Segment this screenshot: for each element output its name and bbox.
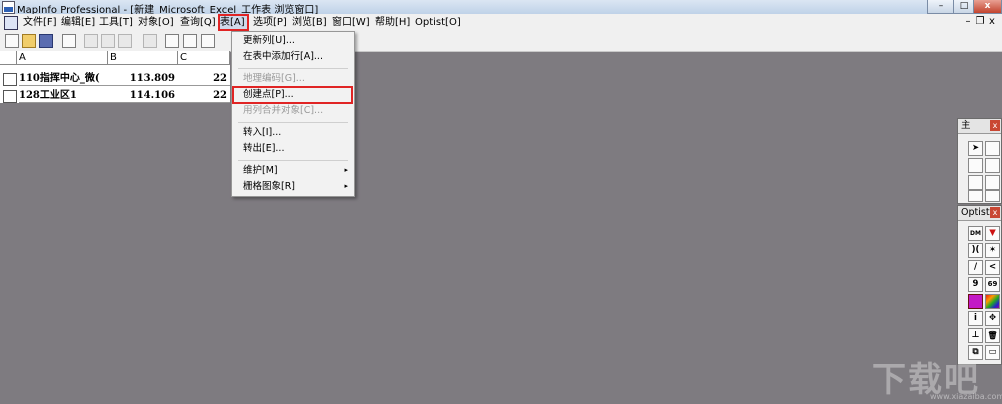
site-watermark-url: www.xiazaiba.com (930, 392, 1002, 401)
cut-icon[interactable] (84, 34, 98, 48)
optist-panel: Optist x DM ▼ )( ✶ / < 9 69 i ✥ ⊥ 🗑 ⧉ ▭ (957, 205, 1002, 365)
new-icon[interactable] (5, 34, 19, 48)
menu-window[interactable]: 窗口[W] (332, 16, 370, 29)
star-tool-icon[interactable]: ✶ (985, 243, 1000, 258)
submenu-arrow-icon: ▸ (344, 182, 348, 190)
undo-icon[interactable] (143, 34, 157, 48)
menu-item-append-rows[interactable]: 在表中添加行[A]... (243, 49, 323, 64)
zoom-out-icon[interactable] (985, 175, 1000, 190)
info-tool-icon[interactable] (985, 190, 1000, 202)
row-select-box[interactable] (3, 90, 17, 103)
cell-b[interactable]: 113.809 (108, 71, 178, 86)
mdi-close-button[interactable]: x (986, 16, 998, 27)
menu-bar: 文件[F] 编辑[E] 工具[T] 对象[O] 查询[Q] 表[A] 选项[P]… (0, 14, 1002, 31)
copy-icon[interactable] (101, 34, 115, 48)
minimize-button[interactable]: – (927, 0, 955, 14)
table-menu-dropdown: 更新列[U]... 在表中添加行[A]... 地理编码[G]... 创建点[P]… (231, 31, 355, 197)
new-mapper-icon[interactable] (183, 34, 197, 48)
info-icon[interactable]: i (968, 311, 983, 326)
table-row[interactable]: 128工业区1 114.106 22 (0, 87, 230, 104)
mdi-minimize-button[interactable]: – (962, 16, 974, 27)
browser-table: A B C 110指挥中心_微( 113.809 22 128工业区1 114.… (0, 51, 230, 103)
triangle-tool-icon[interactable]: ▼ (985, 226, 1000, 241)
save-icon[interactable] (39, 34, 53, 48)
submenu-arrow-icon: ▸ (344, 166, 348, 174)
cell-b[interactable]: 114.106 (108, 88, 178, 103)
browser-doc-icon[interactable] (4, 16, 18, 30)
move-tool-icon[interactable]: ✥ (985, 311, 1000, 326)
menu-query[interactable]: 查询[Q] (180, 16, 216, 29)
mapinfo-app-icon (2, 1, 15, 14)
row-header-corner (0, 51, 17, 65)
menu-object[interactable]: 对象[O] (138, 16, 174, 29)
mdi-restore-button[interactable]: ❐ (974, 16, 986, 27)
polygon-select-icon[interactable] (985, 158, 1000, 173)
main-panel-close-button[interactable]: x (990, 120, 1000, 131)
menu-item-raster[interactable]: 栅格图象[R] (243, 179, 295, 194)
optist-panel-close-button[interactable]: x (990, 207, 1000, 218)
menu-browse[interactable]: 浏览[B] (292, 16, 327, 29)
menu-tools[interactable]: 工具[T] (99, 16, 133, 29)
radius-select-icon[interactable] (968, 158, 983, 173)
marquee-select-icon[interactable] (985, 141, 1000, 156)
select-arrow-icon[interactable]: ➤ (968, 141, 983, 156)
print-icon[interactable] (62, 34, 76, 48)
menu-edit[interactable]: 编辑[E] (61, 16, 95, 29)
menu-optist[interactable]: Optist[O] (415, 16, 461, 29)
menu-separator (238, 160, 348, 161)
cell-c[interactable]: 22 (178, 88, 230, 103)
trash-icon[interactable]: 🗑 (985, 328, 1000, 343)
new-browser-icon[interactable] (165, 34, 179, 48)
menu-separator (238, 68, 348, 69)
title-bar: MapInfo Professional - [新建_Microsoft_Exc… (0, 0, 1002, 16)
open-folder-icon[interactable] (22, 34, 36, 48)
column-header-b[interactable]: B (108, 51, 178, 65)
menu-item-combine-objects: 用列合并对象[C]... (243, 105, 324, 116)
create-points-highlight (232, 86, 353, 104)
menu-file[interactable]: 文件[F] (23, 16, 57, 29)
dm-tool-icon[interactable]: DM (968, 226, 983, 241)
menu-help[interactable]: 帮助[H] (375, 16, 410, 29)
menu-item-geocode: 地理编码[G]... (243, 73, 305, 84)
column-header-a[interactable]: A (17, 51, 108, 65)
stack-tool-icon[interactable]: ⊥ (968, 328, 983, 343)
color-fill-icon[interactable] (968, 294, 983, 309)
angle-tool-icon[interactable]: < (985, 260, 1000, 275)
new-graph-icon[interactable] (201, 34, 215, 48)
zoom-in-icon[interactable] (968, 175, 983, 190)
table-row[interactable]: 110指挥中心_微( 113.809 22 (0, 70, 230, 87)
split-tool-icon[interactable]: )( (968, 243, 983, 258)
menu-table[interactable]: 表[A] (218, 14, 249, 31)
menu-item-export[interactable]: 转出[E]... (243, 141, 284, 156)
standard-toolbar (0, 31, 1002, 52)
menu-separator (238, 122, 348, 123)
menu-item-import[interactable]: 转入[I]... (243, 125, 281, 140)
cell-a[interactable]: 110指挥中心_微( (19, 71, 108, 86)
pan-icon[interactable] (968, 190, 983, 202)
close-button[interactable]: x (973, 0, 1002, 14)
line-tool-icon[interactable]: / (968, 260, 983, 275)
paste-icon[interactable] (118, 34, 132, 48)
column-header-c[interactable]: C (178, 51, 230, 65)
nine-tool-icon[interactable]: 9 (968, 277, 983, 292)
book-icon[interactable]: ▭ (985, 345, 1000, 360)
cell-c[interactable]: 22 (178, 71, 230, 86)
menu-options[interactable]: 选项[P] (253, 16, 287, 29)
row-select-box[interactable] (3, 73, 17, 86)
menu-item-maintenance[interactable]: 维护[M] (243, 163, 278, 178)
cell-a[interactable]: 128工业区1 (19, 88, 108, 103)
maximize-button[interactable]: □ (953, 0, 975, 14)
mdi-buttons: – ❐ x (962, 16, 998, 27)
link-tool-icon[interactable]: 69 (985, 277, 1000, 292)
menu-item-update-column[interactable]: 更新列[U]... (243, 33, 295, 48)
main-toolbox-panel: 主 x ➤ (957, 118, 1002, 204)
palette-icon[interactable] (985, 294, 1000, 309)
